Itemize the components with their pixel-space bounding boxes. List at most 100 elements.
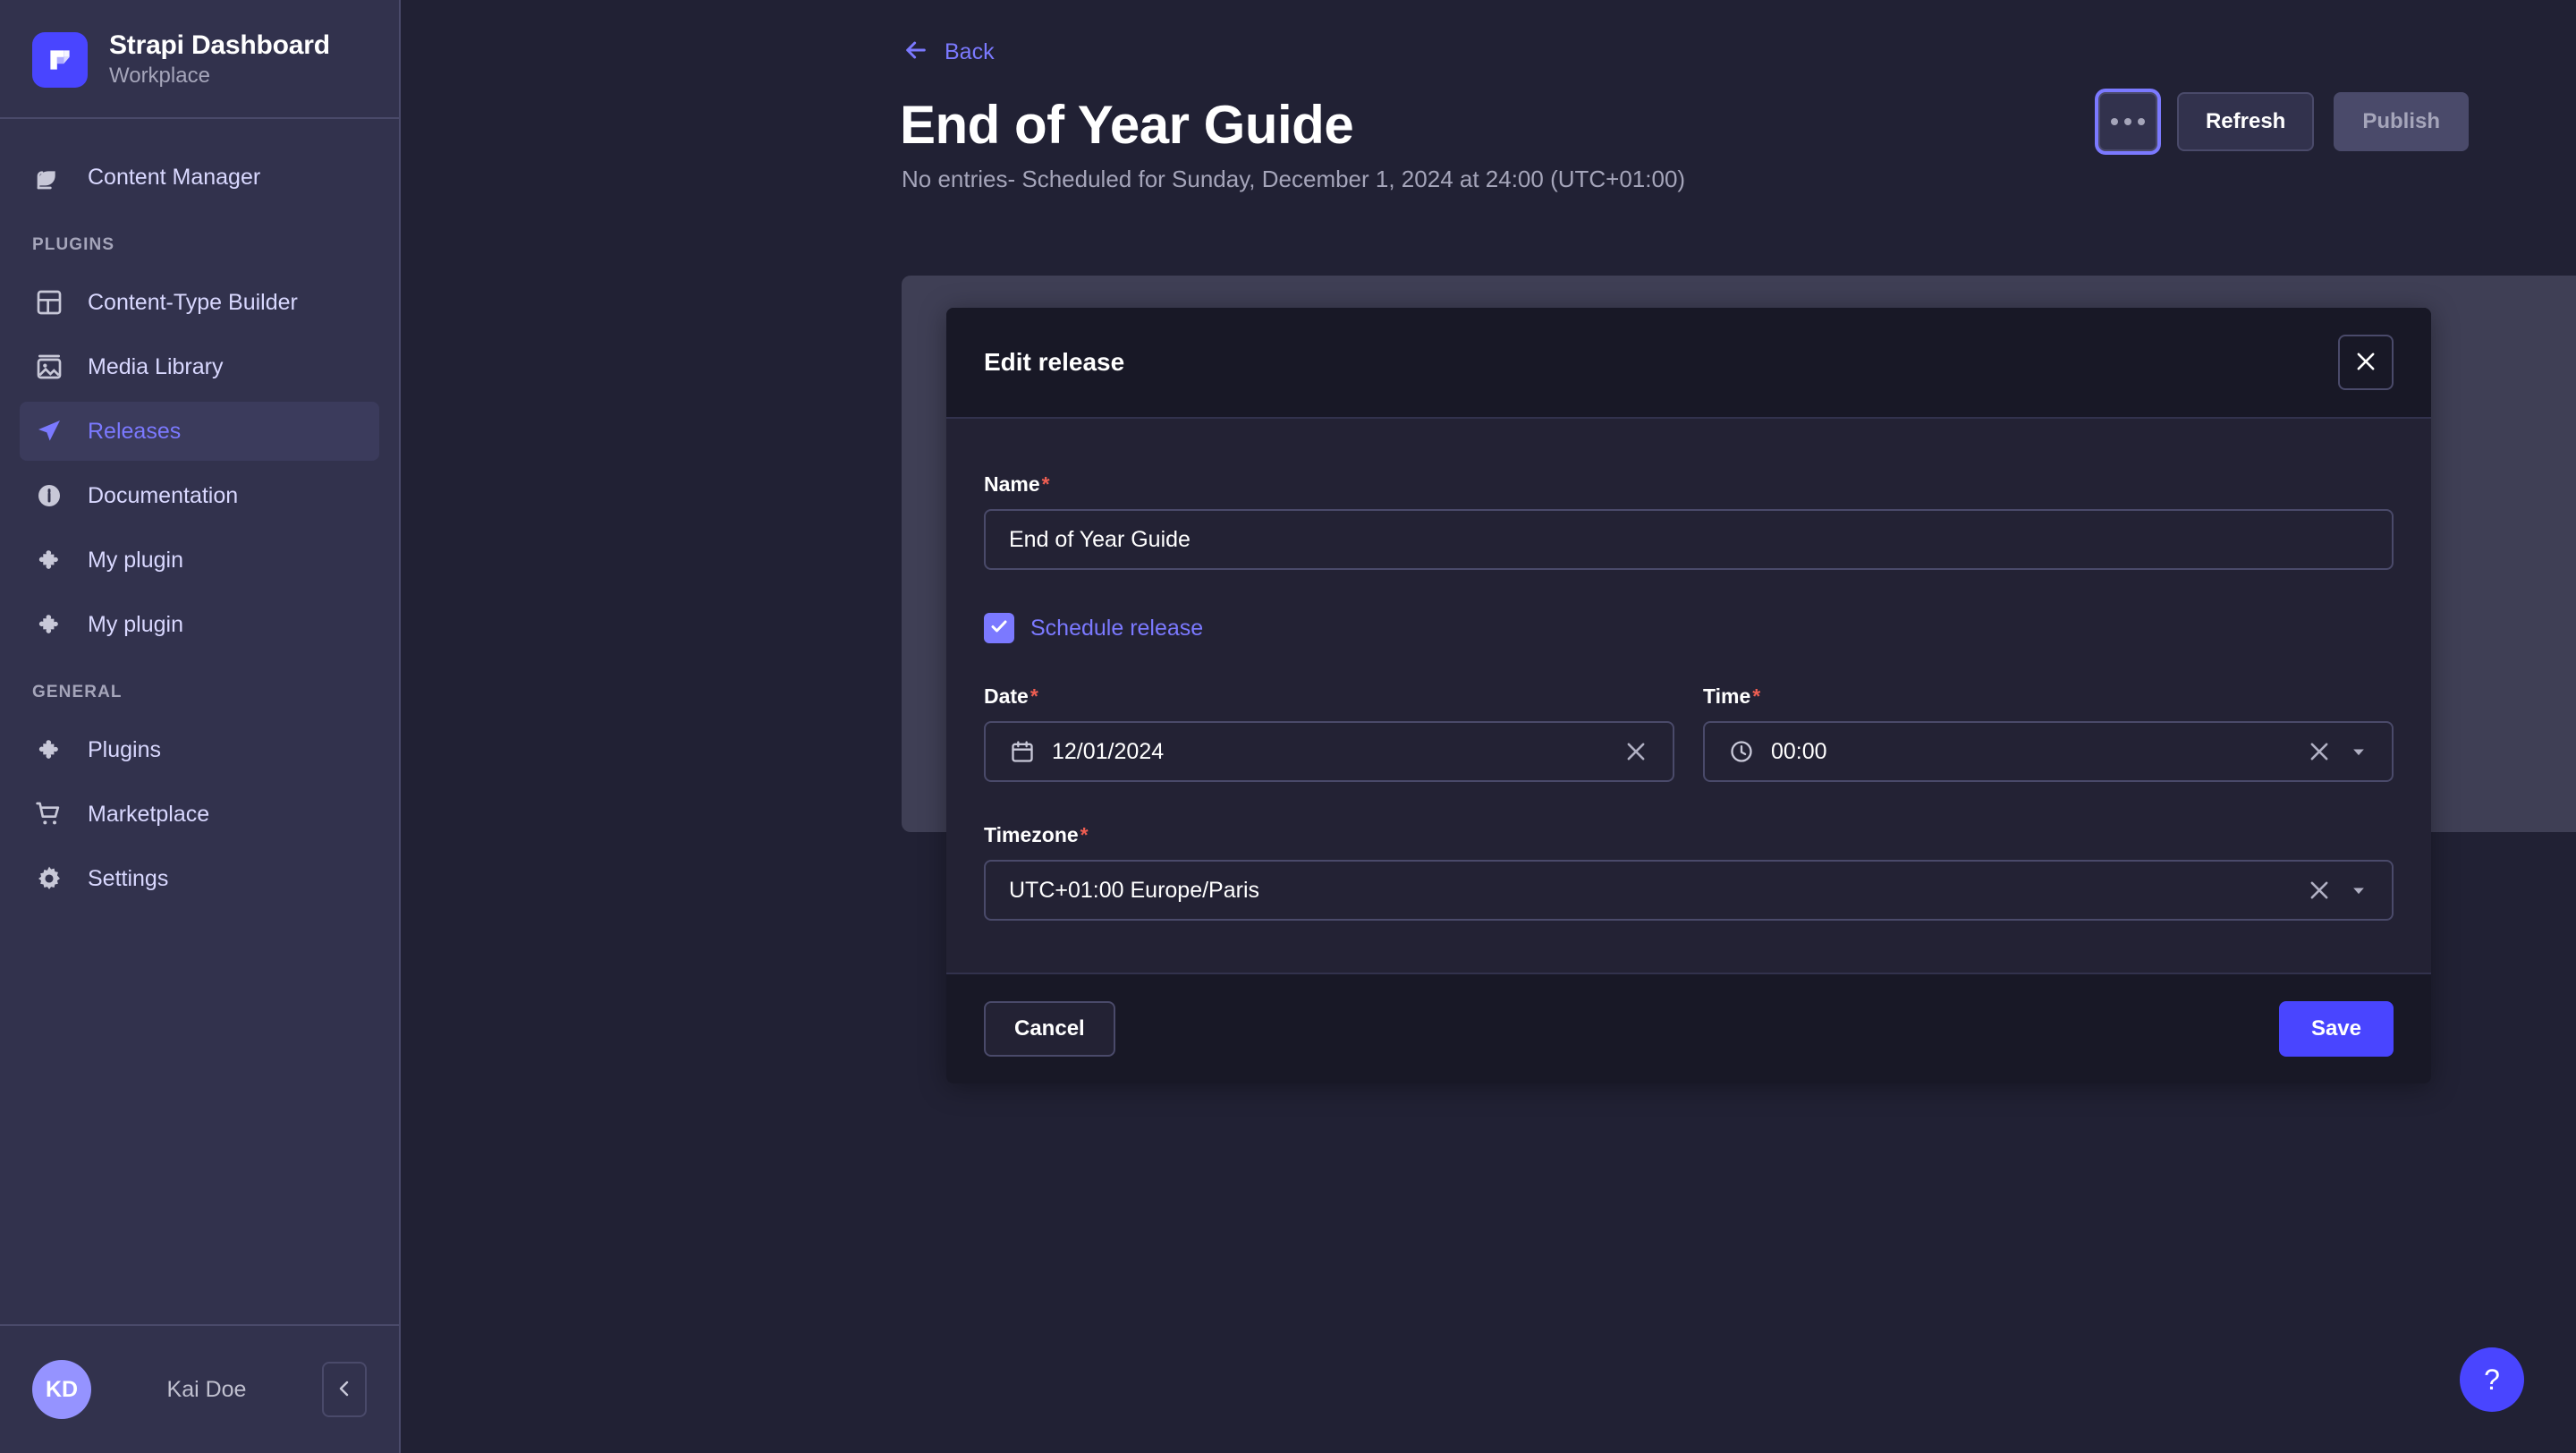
timezone-label-text: Timezone (984, 823, 1079, 846)
sidebar-item-releases[interactable]: Releases (20, 402, 379, 461)
info-icon (34, 480, 64, 511)
sidebar-item-content-type-builder[interactable]: Content-Type Builder (20, 273, 379, 332)
puzzle-icon (34, 735, 64, 765)
app-root: Strapi Dashboard Workplace Content Manag… (0, 0, 2576, 1453)
sidebar-item-label: Settings (88, 866, 168, 892)
page-subtitle: No entries- Scheduled for Sunday, Decemb… (902, 166, 1685, 193)
sidebar-item-documentation[interactable]: Documentation (20, 466, 379, 525)
chevron-left-icon (334, 1378, 355, 1402)
timezone-field-group: Timezone* UTC+01:00 Europe/Paris (984, 823, 2394, 921)
time-field-group: Time* 00:00 (1703, 684, 2394, 782)
name-label-text: Name (984, 472, 1040, 496)
sidebar-item-label: Content Manager (88, 165, 260, 191)
timezone-input[interactable]: UTC+01:00 Europe/Paris (984, 860, 2394, 921)
time-input-value: 00:00 (1771, 739, 2290, 765)
required-asterisk: * (1030, 684, 1038, 708)
date-clear-icon[interactable] (1623, 738, 1649, 765)
sidebar-item-label: My plugin (88, 612, 183, 638)
check-icon (988, 616, 1010, 642)
sidebar-item-label: Documentation (88, 483, 238, 509)
date-time-row: Date* 12/01/2024 (984, 684, 2394, 782)
required-asterisk: * (1080, 823, 1089, 846)
image-icon (34, 352, 64, 382)
header-actions: Refresh Publish (2098, 92, 2469, 151)
gear-icon (34, 863, 64, 894)
close-icon (2353, 349, 2378, 377)
back-label: Back (945, 39, 995, 65)
puzzle-icon (34, 609, 64, 640)
sidebar-item-label: Marketplace (88, 802, 209, 828)
sidebar-collapse-button[interactable] (322, 1362, 367, 1417)
sidebar-item-label: Plugins (88, 737, 161, 763)
avatar[interactable]: KD (32, 1360, 91, 1419)
back-link[interactable]: Back (902, 36, 995, 69)
time-clear-icon[interactable] (2306, 738, 2333, 765)
sidebar-item-content-manager[interactable]: Content Manager (20, 148, 379, 207)
timezone-clear-icon[interactable] (2306, 877, 2333, 904)
user-name: Kai Doe (114, 1377, 299, 1403)
brand-header[interactable]: Strapi Dashboard Workplace (0, 0, 399, 119)
schedule-release-label: Schedule release (1030, 616, 1203, 642)
timezone-caret-down-icon[interactable] (2349, 881, 2368, 899)
sidebar: Strapi Dashboard Workplace Content Manag… (0, 0, 401, 1453)
refresh-button[interactable]: Refresh (2177, 92, 2314, 151)
time-label-text: Time (1703, 684, 1750, 708)
sidebar-item-plugins[interactable]: Plugins (20, 720, 379, 779)
date-label-text: Date (984, 684, 1029, 708)
feather-icon (34, 162, 64, 192)
sidebar-item-media-library[interactable]: Media Library (20, 337, 379, 396)
sidebar-item-my-plugin-1[interactable]: My plugin (20, 531, 379, 590)
strapi-logo-icon (32, 32, 88, 88)
save-button[interactable]: Save (2279, 1001, 2394, 1057)
name-input[interactable]: End of Year Guide (984, 509, 2394, 570)
time-caret-down-icon[interactable] (2349, 743, 2368, 760)
timezone-field-label: Timezone* (984, 823, 2394, 847)
sidebar-item-label: Content-Type Builder (88, 290, 298, 316)
required-asterisk: * (1752, 684, 1760, 708)
calendar-icon (1009, 738, 1036, 765)
time-field-label: Time* (1703, 684, 2394, 709)
timezone-input-value: UTC+01:00 Europe/Paris (1009, 878, 2290, 904)
brand-title: Strapi Dashboard (109, 30, 330, 61)
arrow-left-icon (902, 36, 930, 69)
sidebar-item-label: Releases (88, 419, 181, 445)
time-input[interactable]: 00:00 (1703, 721, 2394, 782)
modal-body: Name* End of Year Guide Schedule release (946, 419, 2431, 973)
sidebar-nav: Content Manager PLUGINS Content-Type Bui… (0, 119, 399, 1324)
more-actions-button[interactable] (2098, 92, 2157, 151)
modal-title: Edit release (984, 348, 1124, 377)
modal-footer: Cancel Save (946, 973, 2431, 1083)
sidebar-section-general-label: GENERAL (0, 659, 399, 715)
required-asterisk: * (1042, 472, 1050, 496)
modal-close-button[interactable] (2338, 335, 2394, 390)
schedule-release-checkbox-row[interactable]: Schedule release (984, 613, 1203, 643)
name-field-label: Name* (984, 472, 2394, 497)
brand-subtitle: Workplace (109, 64, 330, 89)
sidebar-item-marketplace[interactable]: Marketplace (20, 785, 379, 844)
sidebar-item-settings[interactable]: Settings (20, 849, 379, 908)
name-input-value: End of Year Guide (1009, 527, 2368, 553)
date-field-group: Date* 12/01/2024 (984, 684, 1674, 782)
layout-icon (34, 287, 64, 318)
edit-release-modal: Edit release Name* End of Year Guide (946, 308, 2431, 1083)
ellipsis-icon (2111, 118, 2145, 125)
date-field-label: Date* (984, 684, 1674, 709)
sidebar-item-label: My plugin (88, 548, 183, 574)
sidebar-item-my-plugin-2[interactable]: My plugin (20, 595, 379, 654)
cancel-button[interactable]: Cancel (984, 1001, 1115, 1057)
puzzle-icon (34, 545, 64, 575)
page-title: End of Year Guide (900, 94, 1353, 156)
modal-header: Edit release (946, 308, 2431, 419)
help-button[interactable]: ? (2460, 1347, 2524, 1412)
main-content: Back End of Year Guide No entries- Sched… (401, 0, 2576, 1453)
sidebar-item-label: Media Library (88, 354, 223, 380)
paper-plane-icon (34, 416, 64, 446)
date-input-value: 12/01/2024 (1052, 739, 1606, 765)
schedule-release-checkbox[interactable] (984, 613, 1014, 643)
sidebar-section-plugins-label: PLUGINS (0, 212, 399, 268)
cart-icon (34, 799, 64, 829)
date-input[interactable]: 12/01/2024 (984, 721, 1674, 782)
user-bar: KD Kai Doe (0, 1324, 399, 1453)
clock-icon (1728, 738, 1755, 765)
publish-button[interactable]: Publish (2334, 92, 2469, 151)
